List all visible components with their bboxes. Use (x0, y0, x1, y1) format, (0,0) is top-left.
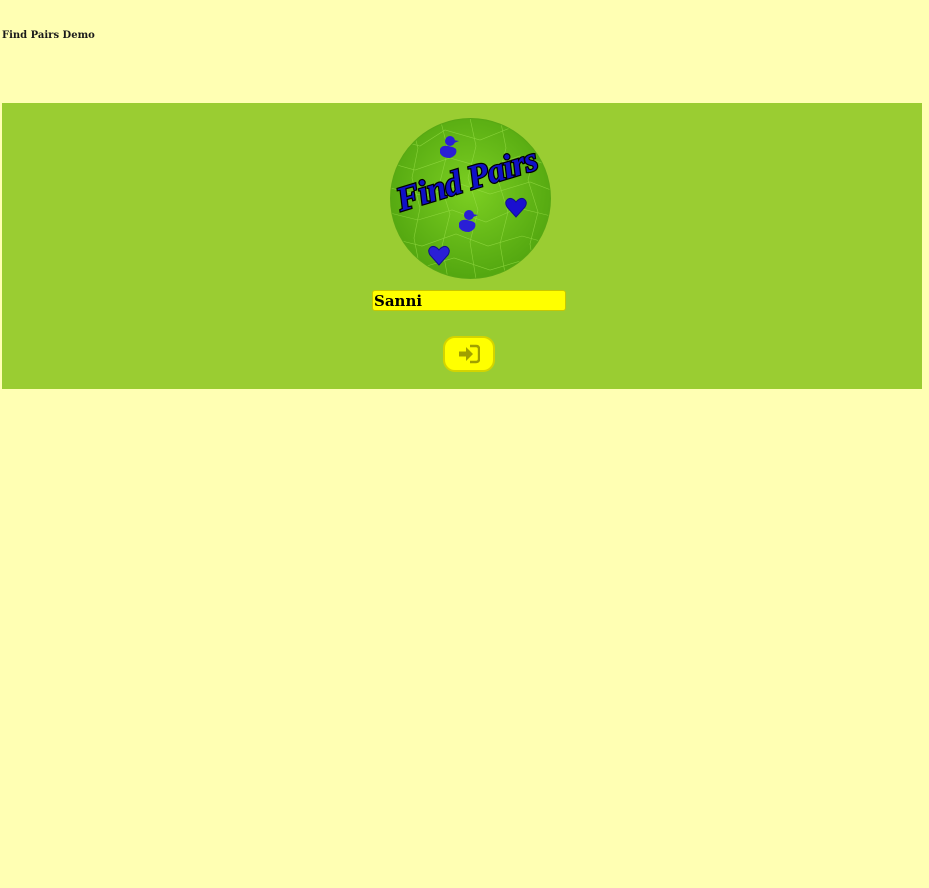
sign-in-icon (459, 344, 480, 364)
player-name-input[interactable] (372, 290, 566, 311)
page-title: Find Pairs Demo (2, 30, 95, 41)
logo: Find Pairs (390, 118, 551, 279)
login-button[interactable] (443, 336, 495, 372)
login-panel: Find Pairs (2, 103, 922, 389)
